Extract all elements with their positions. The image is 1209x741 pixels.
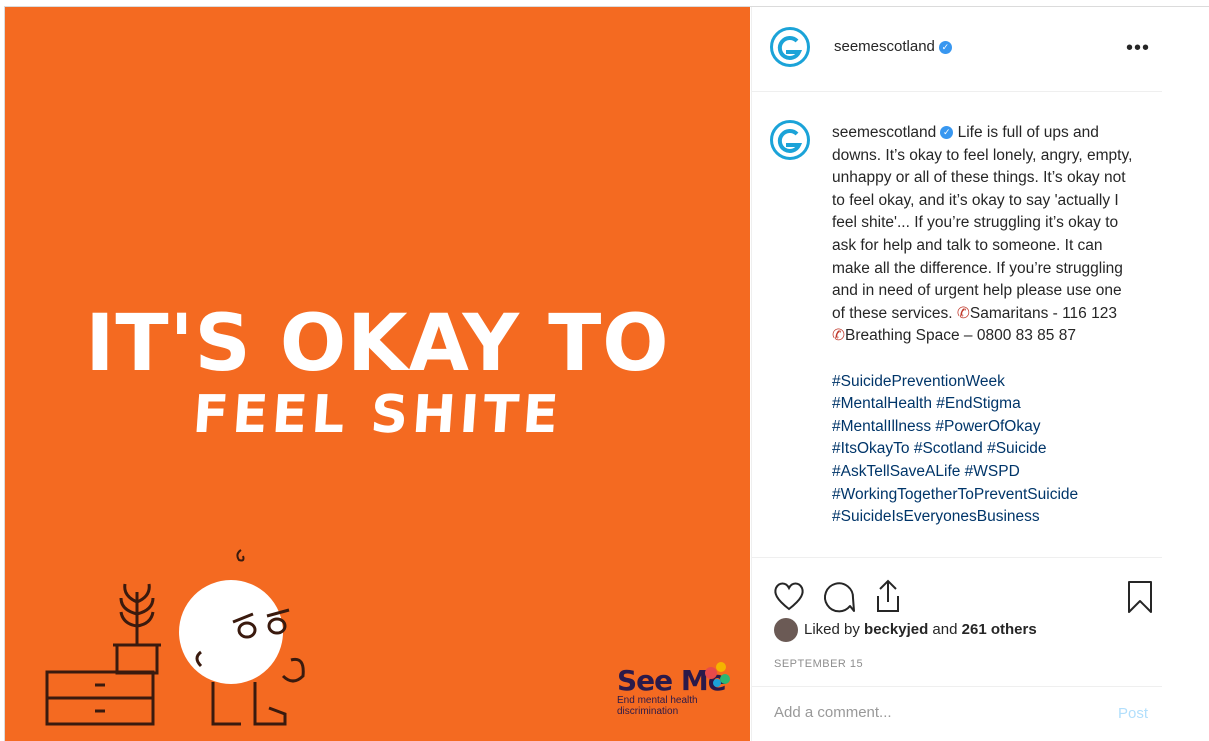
- post-image[interactable]: IT'S OKAY TO FEEL SHITE See Me End menta…: [5, 7, 750, 741]
- comment-input[interactable]: [772, 703, 1076, 722]
- caption-service-1: Samaritans - 116 123: [969, 304, 1117, 322]
- more-options-icon[interactable]: •••: [1126, 37, 1150, 60]
- profile-avatar[interactable]: [770, 27, 810, 67]
- post-date[interactable]: SEPTEMBER 15: [774, 658, 863, 670]
- phone-icon: ✆: [956, 304, 970, 322]
- character-illustration: [45, 549, 305, 726]
- liked-by-prefix: Liked by: [804, 620, 865, 638]
- logo-tagline-2: discrimination: [617, 706, 679, 717]
- likes-others[interactable]: 261 others: [962, 621, 1037, 638]
- share-icon[interactable]: [872, 578, 904, 614]
- phone-icon: ✆: [832, 327, 845, 345]
- caption-service-2: Breathing Space – 0800 83 85 87: [845, 327, 1076, 345]
- liker-avatar[interactable]: [774, 618, 798, 642]
- hashtag-line[interactable]: #SuicidePreventionWeek: [832, 371, 1137, 394]
- post-actions: Liked by beckyjed and 261 others SEPTEMB…: [752, 557, 1162, 741]
- add-comment-bar: Post: [752, 686, 1162, 741]
- bookmark-icon[interactable]: [1126, 580, 1154, 614]
- logo-tagline-1: End mental health: [617, 695, 698, 706]
- caption-username[interactable]: seemescotland: [832, 124, 936, 141]
- image-headline-line2: FEEL SHITE: [190, 385, 565, 445]
- liked-by-suffix: and: [928, 620, 962, 638]
- likes-summary: Liked by beckyjed and 261 others: [774, 618, 1037, 642]
- verified-icon: ✓: [940, 126, 954, 140]
- hashtag-line[interactable]: #ItsOkayTo #Scotland #Suicide: [832, 438, 1137, 461]
- seeme-logo: See Me End mental health discrimination: [617, 662, 747, 717]
- hashtag-line[interactable]: #MentalIllness #PowerOfOkay: [832, 416, 1137, 439]
- instagram-post: IT'S OKAY TO FEEL SHITE See Me End menta…: [4, 6, 1209, 741]
- image-headline-line1: IT'S OKAY TO: [85, 299, 670, 389]
- caption-avatar[interactable]: [770, 120, 810, 160]
- comment-icon[interactable]: [822, 580, 856, 614]
- heart-icon[interactable]: [772, 580, 806, 612]
- header-username[interactable]: seemescotland ✓: [834, 38, 952, 55]
- post-comment-button[interactable]: Post: [1118, 705, 1148, 722]
- liker-username[interactable]: beckyjed: [864, 621, 928, 638]
- post-caption: seemescotland ✓ Life is full of ups and d…: [832, 122, 1137, 529]
- hashtags: #SuicidePreventionWeek #MentalHealth #En…: [832, 371, 1137, 529]
- seeme-avatar-icon: [777, 128, 803, 153]
- hashtag-line[interactable]: #AskTellSaveALife #WSPD: [832, 461, 1137, 484]
- hashtag-line[interactable]: #WorkingTogetherToPreventSuicide: [832, 484, 1137, 507]
- seeme-avatar-icon: [777, 35, 803, 60]
- hashtag-line[interactable]: #SuicideIsEveryonesBusiness: [832, 506, 1137, 529]
- hashtag-line[interactable]: #MentalHealth #EndStigma: [832, 393, 1137, 416]
- verified-icon: ✓: [938, 40, 952, 54]
- header-username-text[interactable]: seemescotland: [834, 38, 935, 55]
- post-side-panel: seemescotland ✓ ••• seemescotland ✓ Life i…: [751, 7, 1209, 741]
- post-header: seemescotland ✓ •••: [752, 7, 1162, 92]
- logo-dots-icon: [705, 662, 730, 687]
- caption-text: Life is full of ups and downs. It’s okay…: [832, 124, 1133, 322]
- comments-section[interactable]: seemescotland ✓ Life is full of ups and d…: [752, 92, 1162, 552]
